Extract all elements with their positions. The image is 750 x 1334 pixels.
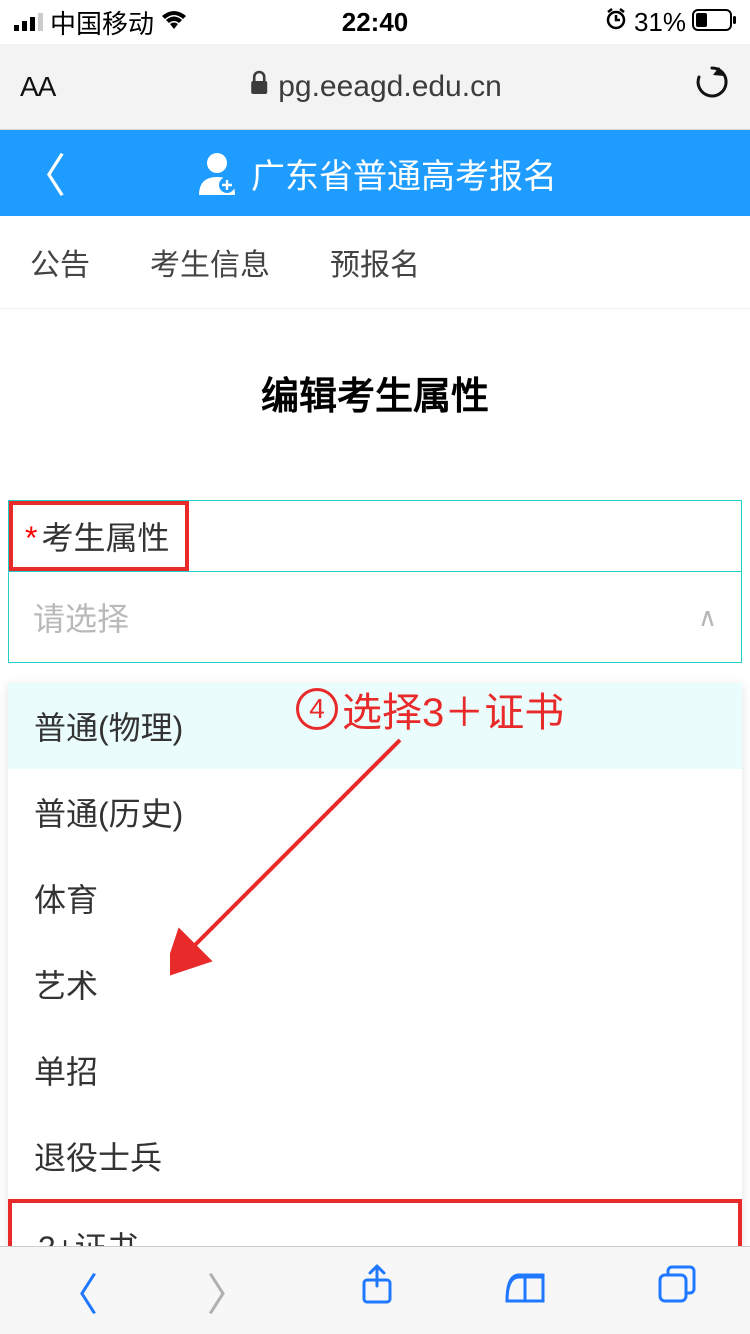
browser-toolbar: AA pg.eeagd.edu.cn [0, 44, 750, 130]
battery-percent: 31% [634, 7, 686, 38]
annotation-num: 4 [296, 688, 338, 730]
candidate-attr-field: *考生属性 [8, 500, 742, 572]
option-sports[interactable]: 体育 [8, 855, 742, 941]
dropdown-list: 普通(物理) 普通(历史) 体育 艺术 单招 退役士兵 3+证书 [8, 683, 742, 1293]
tab-pre-register[interactable]: 预报名 [330, 240, 420, 284]
nav-back-button[interactable]: 〈 [54, 1259, 98, 1323]
bookmarks-button[interactable] [503, 1266, 547, 1316]
status-bar: 中国移动 22:40 31% [0, 0, 750, 44]
tab-candidate-info[interactable]: 考生信息 [150, 240, 270, 284]
clock: 22:40 [342, 7, 409, 38]
option-history[interactable]: 普通(历史) [8, 769, 742, 855]
option-art[interactable]: 艺术 [8, 941, 742, 1027]
lock-icon [248, 70, 270, 104]
reload-button[interactable] [694, 64, 730, 110]
app-header: 〈 广东省普通高考报名 [0, 130, 750, 216]
alarm-icon [604, 7, 628, 38]
candidate-attr-select[interactable]: 请选择 ∧ [9, 572, 741, 662]
annotation-text: 选择3＋证书 [342, 680, 564, 738]
section-title: 编辑考生属性 [0, 309, 750, 460]
chevron-up-icon: ∧ [698, 602, 717, 633]
share-button[interactable] [359, 1264, 395, 1317]
tab-announcement[interactable]: 公告 [30, 240, 90, 284]
back-button[interactable]: 〈 [20, 140, 66, 206]
field-label: *考生属性 [9, 501, 189, 571]
annotation: 4 选择3＋证书 [296, 680, 564, 738]
option-veteran[interactable]: 退役士兵 [8, 1113, 742, 1199]
wifi-icon [160, 7, 188, 38]
option-single[interactable]: 单招 [8, 1027, 742, 1113]
text-size-button[interactable]: AA [20, 71, 55, 103]
nav-forward-button[interactable]: 〉 [207, 1259, 251, 1323]
browser-bottom-bar: 〈 〉 [0, 1246, 750, 1334]
signal-icon [14, 7, 44, 38]
url-label[interactable]: pg.eeagd.edu.cn [278, 70, 502, 104]
select-placeholder: 请选择 [33, 594, 129, 640]
page-title: 广东省普通高考报名 [251, 149, 557, 198]
tabs: 公告 考生信息 预报名 [0, 216, 750, 309]
person-add-icon [193, 149, 241, 197]
tabs-button[interactable] [656, 1265, 696, 1316]
carrier-label: 中国移动 [50, 4, 154, 41]
battery-icon [692, 7, 736, 38]
